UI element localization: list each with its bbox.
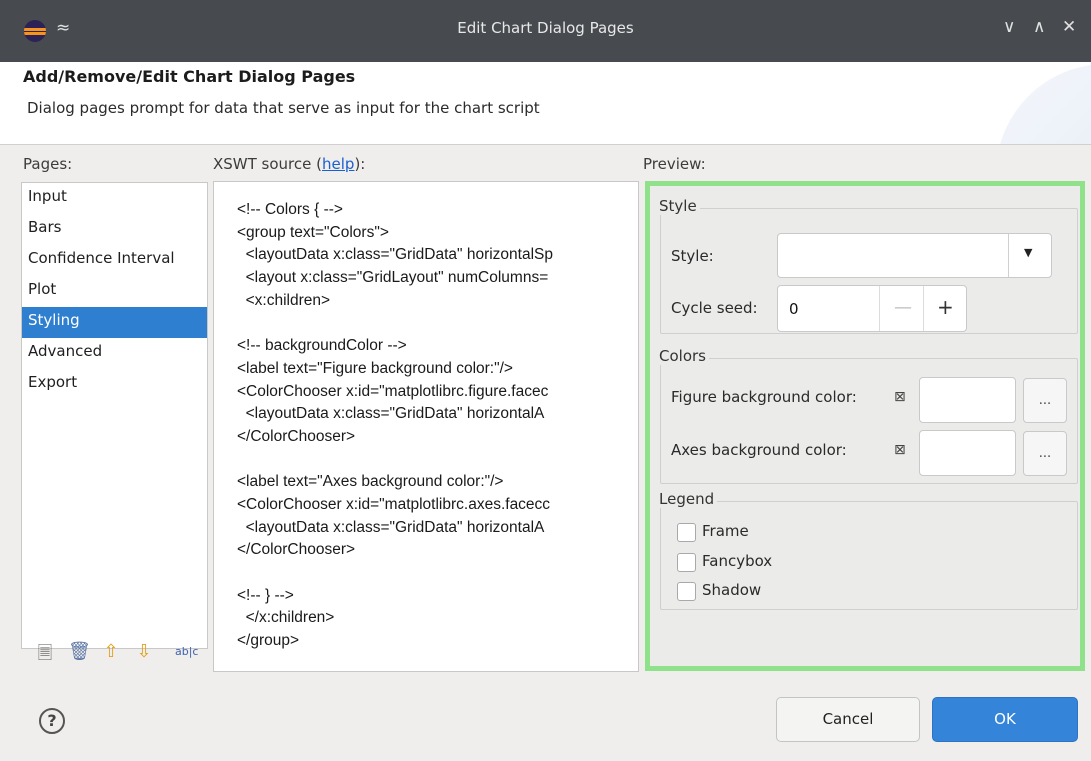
help-icon[interactable]: ?	[39, 708, 65, 734]
source-line: <layoutData x:class="GridData" horizonta…	[237, 246, 553, 264]
preview-panel: Style Style: ▼ Cycle seed: 0 — + Colors …	[645, 181, 1085, 671]
figure-background-default-icon[interactable]: ⊠	[894, 389, 906, 405]
axes-background-default-icon[interactable]: ⊠	[894, 442, 906, 458]
colors-group-title: Colors	[659, 347, 709, 365]
cycle-seed-label: Cycle seed:	[671, 299, 758, 317]
spinner-separator	[923, 286, 924, 331]
page-item-bars[interactable]: Bars	[22, 214, 207, 245]
minimize-icon[interactable]: ∨	[1003, 17, 1015, 37]
pages-label: Pages:	[23, 155, 73, 173]
page-item-export[interactable]: Export	[22, 369, 207, 400]
source-line	[237, 562, 638, 585]
page-item-advanced[interactable]: Advanced	[22, 338, 207, 369]
fancybox-checkbox[interactable]	[677, 553, 696, 572]
axes-background-color-label: Axes background color:	[671, 441, 847, 459]
page-item-plot[interactable]: Plot	[22, 276, 207, 307]
cycle-seed-value[interactable]: 0	[789, 300, 799, 318]
style-combo[interactable]: ▼	[777, 233, 1052, 278]
ok-button[interactable]: OK	[932, 697, 1078, 742]
dialog-header: Add/Remove/Edit Chart Dialog Pages Dialo…	[0, 62, 1091, 145]
source-line: <ColorChooser x:id="matplotlibrc.axes.fa…	[237, 495, 551, 513]
source-line: <!-- backgroundColor -->	[237, 337, 407, 355]
xswt-source-editor[interactable]: <!-- Colors { --> <group text="Colors"> <…	[213, 181, 639, 672]
source-line: <!-- Colors { -->	[237, 201, 343, 218]
header-title: Add/Remove/Edit Chart Dialog Pages	[23, 67, 356, 86]
cancel-button[interactable]: Cancel	[776, 697, 920, 742]
window-title: Edit Chart Dialog Pages	[457, 19, 634, 37]
preview-label: Preview:	[643, 155, 706, 173]
page-item-styling[interactable]: Styling	[22, 307, 207, 338]
cycle-seed-spinner[interactable]: 0 — +	[777, 285, 967, 332]
source-label-prefix: XSWT source (	[213, 155, 322, 173]
move-down-icon[interactable]: ⇩	[134, 641, 154, 663]
frame-checkbox[interactable]	[677, 523, 696, 542]
source-line: <x:children>	[237, 291, 331, 309]
legend-group: Legend Frame Fancybox Shadow	[659, 490, 1078, 610]
close-icon[interactable]: ✕	[1062, 17, 1076, 37]
style-group: Style Style: ▼ Cycle seed: 0 — +	[659, 197, 1078, 334]
edit-chart-dialog-pages-window: ≈ Edit Chart Dialog Pages ∨ ∧ ✕ Add/Remo…	[0, 0, 1091, 761]
spinner-separator	[879, 286, 880, 331]
source-line: <layout x:class="GridLayout" numColumns=	[237, 269, 549, 287]
source-line: </x:children>	[237, 609, 335, 627]
source-line: <ColorChooser x:id="matplotlibrc.figure.…	[237, 382, 549, 400]
figure-background-color-swatch[interactable]	[919, 377, 1016, 423]
frame-label[interactable]: Frame	[702, 522, 749, 540]
source-line: <!-- } -->	[237, 586, 294, 604]
shadow-label[interactable]: Shadow	[702, 581, 761, 599]
move-up-icon[interactable]: ⇧	[101, 641, 121, 663]
axes-background-color-swatch[interactable]	[919, 430, 1016, 476]
figure-background-color-label: Figure background color:	[671, 388, 857, 406]
source-line: <group text="Colors">	[237, 223, 389, 241]
source-label-suffix: ):	[354, 155, 366, 173]
header-decoration	[996, 64, 1091, 144]
page-item-input[interactable]: Input	[22, 183, 207, 214]
source-line: <label text="Axes background color:"/>	[237, 473, 504, 491]
help-link[interactable]: help	[322, 155, 354, 173]
increment-icon[interactable]: +	[937, 295, 954, 319]
decrement-icon[interactable]: —	[894, 297, 912, 318]
fancybox-label[interactable]: Fancybox	[702, 552, 772, 570]
header-description: Dialog pages prompt for data that serve …	[27, 99, 540, 117]
axes-background-browse-button[interactable]: ...	[1023, 431, 1067, 476]
rename-icon[interactable]: ab|c	[175, 645, 198, 667]
new-page-icon[interactable]: 🗏	[35, 641, 55, 664]
combo-separator	[1008, 234, 1009, 277]
source-line	[237, 449, 638, 472]
title-bar[interactable]: ≈ Edit Chart Dialog Pages ∨ ∧ ✕	[0, 0, 1091, 62]
trash-icon[interactable]: 🗑	[68, 641, 91, 663]
maximize-icon[interactable]: ∧	[1033, 17, 1045, 37]
pages-list[interactable]: Input Bars Confidence Interval Plot Styling A…	[21, 182, 208, 649]
source-line: </group>	[237, 632, 300, 650]
source-line: <label text="Figure background color:"/>	[237, 359, 513, 377]
page-item-confidence-interval[interactable]: Confidence Interval	[22, 245, 207, 276]
colors-group: Colors Figure background color: ⊠ ... Ax…	[659, 347, 1078, 484]
source-line: <layoutData x:class="GridData" horizonta…	[237, 518, 545, 536]
source-line: </ColorChooser>	[237, 427, 356, 445]
source-line: <layoutData x:class="GridData" horizonta…	[237, 405, 545, 423]
source-line: </ColorChooser>	[237, 541, 356, 559]
source-line	[237, 312, 638, 335]
dropdown-arrow-icon[interactable]: ▼	[1024, 246, 1032, 259]
style-group-title: Style	[659, 197, 700, 215]
legend-group-title: Legend	[659, 490, 718, 508]
source-label: XSWT source (help):	[213, 155, 365, 173]
style-label: Style:	[671, 247, 714, 265]
figure-background-browse-button[interactable]: ...	[1023, 378, 1067, 423]
shadow-checkbox[interactable]	[677, 582, 696, 601]
